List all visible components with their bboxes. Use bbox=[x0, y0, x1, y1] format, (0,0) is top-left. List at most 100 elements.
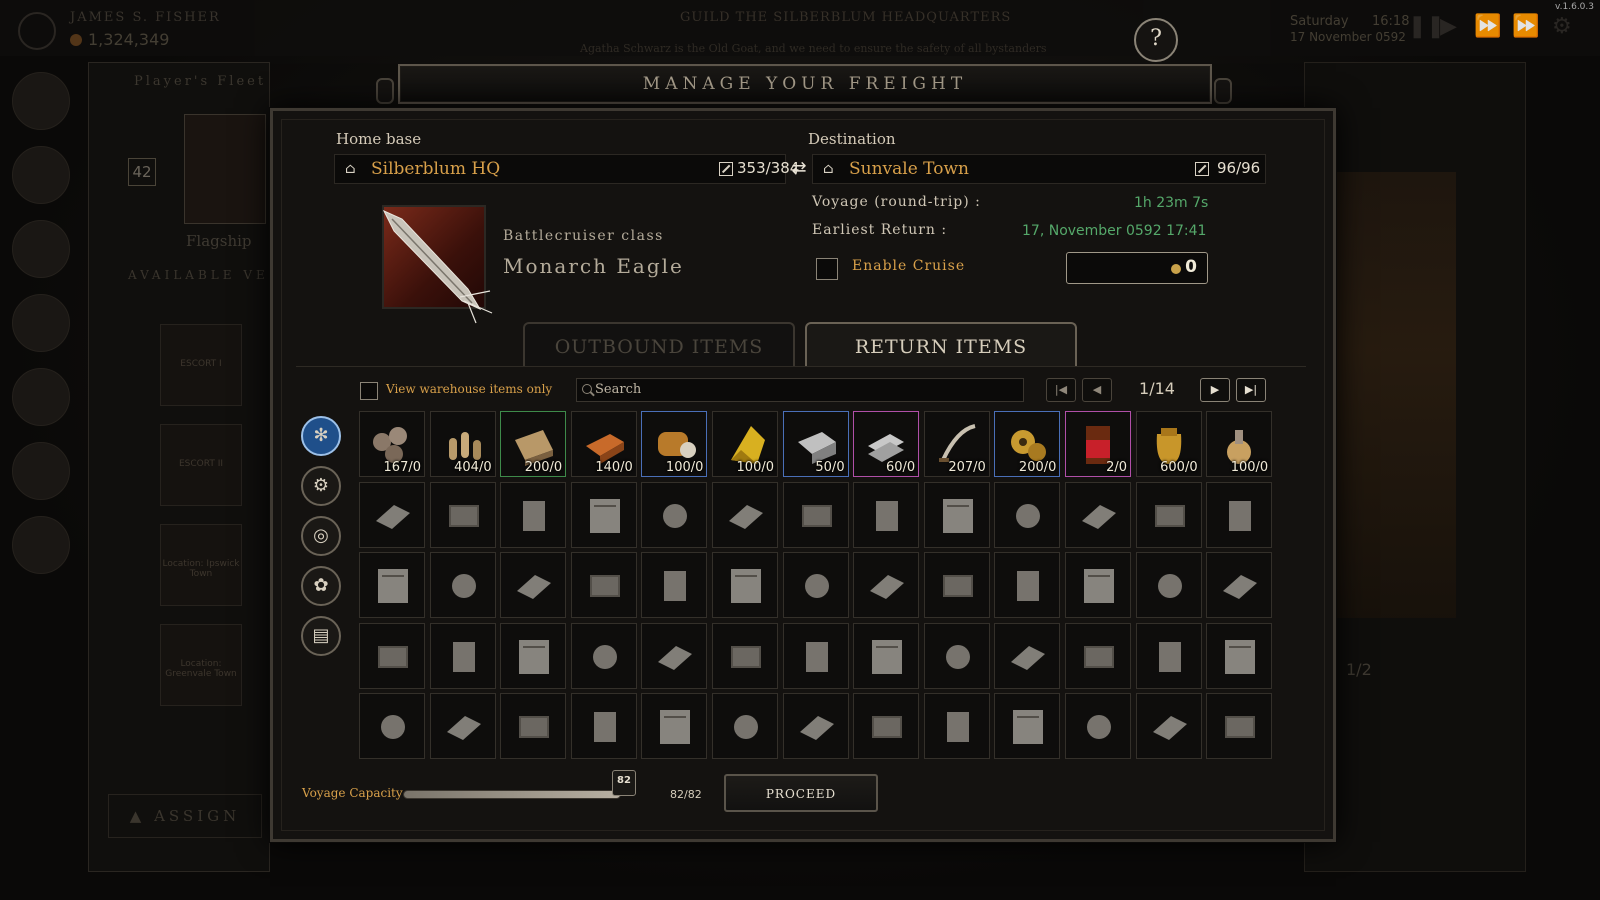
item-slot[interactable] bbox=[1065, 622, 1131, 689]
fast-forward-icon[interactable]: ⏩ bbox=[1474, 14, 1502, 42]
last-page-button[interactable]: ▶| bbox=[1236, 378, 1266, 402]
category-settings-icon[interactable]: ✿ bbox=[301, 566, 341, 606]
item-slot[interactable]: 50/0 bbox=[782, 411, 849, 477]
escort-slot[interactable]: Location: Greenvale Town bbox=[160, 624, 242, 706]
first-page-button[interactable]: |◀ bbox=[1046, 378, 1076, 402]
item-slot[interactable] bbox=[923, 552, 990, 619]
item-slot[interactable] bbox=[1135, 481, 1202, 548]
item-slot[interactable]: 200/0 bbox=[994, 411, 1061, 477]
item-slot[interactable] bbox=[994, 693, 1061, 760]
item-slot[interactable] bbox=[1206, 552, 1273, 619]
item-slot[interactable] bbox=[570, 481, 637, 548]
item-slot[interactable] bbox=[500, 622, 567, 689]
item-slot[interactable] bbox=[923, 622, 990, 689]
assign-button[interactable]: ▲ ASSIGN bbox=[108, 794, 262, 838]
item-slot[interactable] bbox=[641, 693, 708, 760]
item-slot[interactable] bbox=[429, 622, 496, 689]
advisor-avatar[interactable] bbox=[12, 442, 70, 500]
advisor-avatar[interactable] bbox=[12, 294, 70, 352]
item-slot[interactable] bbox=[1206, 693, 1273, 760]
item-slot[interactable] bbox=[641, 622, 708, 689]
item-slot[interactable] bbox=[641, 552, 708, 619]
warehouse-only-checkbox[interactable] bbox=[360, 382, 378, 400]
item-slot[interactable] bbox=[429, 552, 496, 619]
item-slot[interactable] bbox=[359, 481, 425, 548]
item-slot[interactable] bbox=[1206, 622, 1273, 689]
category-book-icon[interactable]: ▤ bbox=[301, 616, 341, 656]
item-slot[interactable] bbox=[359, 622, 425, 689]
item-slot[interactable]: 140/0 bbox=[570, 411, 637, 477]
search-input[interactable]: Search bbox=[576, 378, 1024, 402]
item-slot[interactable] bbox=[429, 693, 496, 760]
item-slot[interactable] bbox=[782, 693, 849, 760]
flagship-thumbnail[interactable] bbox=[184, 114, 266, 224]
item-slot[interactable] bbox=[853, 552, 920, 619]
item-slot[interactable] bbox=[782, 552, 849, 619]
settings-gear-icon[interactable]: ⚙ bbox=[1552, 14, 1580, 42]
item-slot[interactable] bbox=[570, 693, 637, 760]
advisor-avatar[interactable] bbox=[12, 220, 70, 278]
item-slot[interactable] bbox=[1065, 552, 1131, 619]
pause-icon[interactable]: ❚❚ bbox=[1408, 14, 1445, 42]
help-button[interactable]: ? bbox=[1134, 18, 1178, 62]
play-icon[interactable]: ▶ bbox=[1440, 14, 1468, 42]
voyage-capacity-slider[interactable] bbox=[403, 790, 621, 799]
item-slot[interactable]: 100/0 bbox=[1206, 411, 1273, 477]
item-slot[interactable] bbox=[1065, 481, 1131, 548]
item-slot[interactable] bbox=[853, 622, 920, 689]
item-slot[interactable] bbox=[994, 622, 1061, 689]
item-slot[interactable] bbox=[712, 693, 778, 760]
item-slot[interactable]: 404/0 bbox=[429, 411, 496, 477]
destination-selector[interactable]: ⌂ Sunvale Town 96/96 bbox=[812, 154, 1266, 184]
item-slot[interactable] bbox=[641, 481, 708, 548]
item-slot[interactable] bbox=[712, 552, 778, 619]
item-slot[interactable] bbox=[853, 693, 920, 760]
tab-return-items[interactable]: RETURN ITEMS bbox=[805, 322, 1077, 366]
item-slot[interactable] bbox=[782, 622, 849, 689]
item-slot[interactable]: 200/0 bbox=[500, 411, 567, 477]
proceed-button[interactable]: PROCEED bbox=[724, 774, 878, 812]
item-slot[interactable] bbox=[994, 552, 1061, 619]
home-base-selector[interactable]: ⌂ Silberblum HQ 353/384 bbox=[334, 154, 799, 184]
swap-icon[interactable]: ⇄ bbox=[788, 156, 810, 182]
tab-outbound-items[interactable]: OUTBOUND ITEMS bbox=[523, 322, 795, 366]
escort-slot[interactable]: ESCORT I bbox=[160, 324, 242, 406]
item-slot[interactable] bbox=[923, 481, 990, 548]
item-slot[interactable] bbox=[712, 622, 778, 689]
faster-forward-icon[interactable]: ⏩ bbox=[1512, 14, 1540, 42]
item-slot[interactable] bbox=[1206, 481, 1273, 548]
escort-slot[interactable]: Location: Ipswick Town bbox=[160, 524, 242, 606]
item-slot[interactable] bbox=[500, 693, 567, 760]
next-page-button[interactable]: ▶ bbox=[1200, 378, 1230, 402]
item-slot[interactable] bbox=[1135, 552, 1202, 619]
item-slot[interactable] bbox=[994, 481, 1061, 548]
advisor-avatar[interactable] bbox=[12, 516, 70, 574]
advisor-avatar[interactable] bbox=[12, 368, 70, 426]
item-slot[interactable] bbox=[853, 481, 920, 548]
prev-page-button[interactable]: ◀ bbox=[1082, 378, 1112, 402]
item-slot[interactable]: 207/0 bbox=[923, 411, 990, 477]
category-gear-icon[interactable]: ⚙ bbox=[301, 466, 341, 506]
item-slot[interactable] bbox=[359, 552, 425, 619]
item-slot[interactable] bbox=[429, 481, 496, 548]
item-slot[interactable] bbox=[1135, 693, 1202, 760]
item-slot[interactable] bbox=[359, 693, 425, 760]
item-slot[interactable]: 60/0 bbox=[853, 411, 920, 477]
item-slot[interactable]: 600/0 bbox=[1135, 411, 1202, 477]
item-slot[interactable] bbox=[500, 481, 567, 548]
advisor-avatar[interactable] bbox=[12, 72, 70, 130]
voyage-capacity-handle[interactable]: 82 bbox=[612, 770, 636, 796]
item-slot[interactable] bbox=[782, 481, 849, 548]
escort-slot[interactable]: ESCORT II bbox=[160, 424, 242, 506]
item-slot[interactable] bbox=[570, 552, 637, 619]
enable-cruise-checkbox[interactable] bbox=[816, 258, 838, 280]
item-slot[interactable]: 100/0 bbox=[712, 411, 778, 477]
item-slot[interactable]: 167/0 bbox=[359, 411, 425, 477]
category-resources-icon[interactable]: ◎ bbox=[301, 516, 341, 556]
item-slot[interactable] bbox=[712, 481, 778, 548]
advisor-avatar[interactable] bbox=[12, 146, 70, 204]
item-slot[interactable] bbox=[923, 693, 990, 760]
item-slot[interactable] bbox=[500, 552, 567, 619]
item-slot[interactable]: 2/0 bbox=[1065, 411, 1131, 477]
category-snowflake-icon[interactable]: ✻ bbox=[301, 416, 341, 456]
